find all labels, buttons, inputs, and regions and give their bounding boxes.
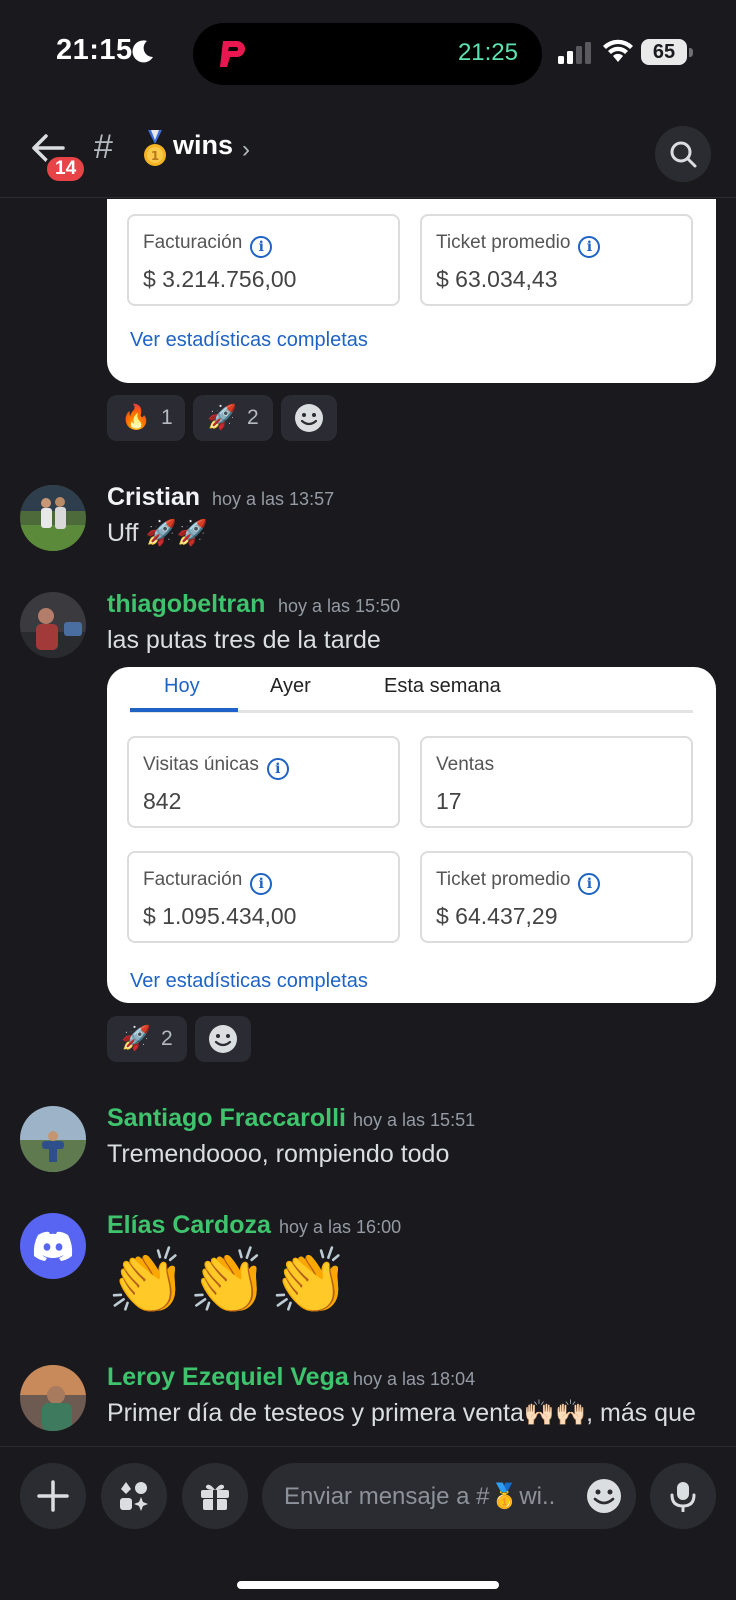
stat-box-ventas: Ventas 17 — [420, 736, 693, 828]
discord-logo-icon — [33, 1231, 73, 1261]
stat-box-ticket-promedio: Ticket promedio i $ 64.437,29 — [420, 851, 693, 943]
search-button[interactable] — [655, 126, 711, 182]
stat-box-visitas-unicas: Visitas únicas i 842 — [127, 736, 400, 828]
tab-esta-semana[interactable]: Esta semana — [384, 675, 501, 698]
battery-level: 65 — [652, 41, 676, 63]
reaction-rocket[interactable]: 🚀 2 — [193, 395, 273, 441]
channel-name[interactable]: wins — [173, 130, 233, 161]
stat-value: 842 — [143, 788, 182, 814]
tab-ayer[interactable]: Ayer — [270, 675, 311, 698]
message-author[interactable]: Santiago Fraccarolli — [107, 1104, 346, 1133]
home-indicator[interactable] — [237, 1581, 499, 1589]
cellular-signal-icon — [558, 42, 591, 64]
reaction-count: 2 — [161, 1027, 173, 1050]
active-tab-indicator — [130, 708, 238, 712]
tab-hoy[interactable]: Hoy — [164, 675, 200, 698]
message-timestamp: hoy a las 16:00 — [279, 1217, 402, 1237]
stat-label: Facturación — [143, 232, 243, 253]
apps-icon — [120, 1482, 148, 1511]
gift-button[interactable] — [182, 1463, 248, 1529]
microphone-icon — [670, 1482, 696, 1512]
channel-hash-icon: # — [94, 128, 113, 166]
rocket-icon: 🚀 — [121, 1025, 151, 1052]
plus-icon — [37, 1480, 69, 1512]
emoji-picker-icon[interactable] — [586, 1478, 622, 1514]
add-reaction-button[interactable] — [195, 1016, 251, 1062]
search-icon — [670, 141, 697, 168]
message-text: las putas tres de la tarde — [107, 626, 381, 654]
dynamic-island[interactable]: 21:25 — [193, 23, 542, 85]
app-logo-icon — [220, 41, 245, 67]
full-stats-link[interactable]: Ver estadísticas completas — [130, 970, 368, 993]
message-input-placeholder: Enviar mensaje a #🥇wi.. — [284, 1483, 556, 1510]
info-icon[interactable]: i — [250, 236, 273, 258]
1st-place-medal-icon: 1 — [144, 130, 166, 166]
stat-value: $ 3.214.756,00 — [143, 266, 297, 292]
message-text: Primer día de testeos y primera venta🙌🏻🙌… — [107, 1399, 696, 1427]
message-composer: Enviar mensaje a #🥇wi.. — [0, 1446, 736, 1600]
info-icon[interactable]: i — [578, 236, 601, 258]
avatar[interactable] — [20, 1213, 86, 1279]
reaction-count: 2 — [247, 406, 259, 429]
battery-indicator: 65 — [641, 39, 693, 65]
stat-value: 17 — [436, 788, 462, 814]
full-stats-link[interactable]: Ver estadísticas completas — [130, 329, 368, 352]
apps-button[interactable] — [101, 1463, 167, 1529]
status-bar: 21:15 21:25 65 — [0, 0, 736, 105]
smiley-icon — [295, 404, 323, 432]
svg-text:1: 1 — [151, 149, 159, 163]
message-author[interactable]: Cristian — [107, 483, 200, 512]
status-time: 21:15 — [56, 34, 133, 66]
info-icon[interactable]: i — [266, 758, 289, 780]
smiley-icon — [209, 1025, 237, 1053]
reaction-rocket[interactable]: 🚀 2 — [107, 1016, 187, 1062]
message-input[interactable]: Enviar mensaje a #🥇wi.. — [262, 1463, 636, 1529]
moon-icon — [132, 40, 153, 63]
rocket-icon: 🚀 — [207, 404, 237, 431]
fire-icon: 🔥 — [121, 404, 151, 431]
message-author[interactable]: thiagobeltran — [107, 590, 265, 619]
message-text: Tremendoooo, rompiendo todo — [107, 1140, 450, 1168]
stat-box-ticket-promedio: Ticket promedio i $ 63.034,43 — [420, 214, 693, 306]
message-author[interactable]: Elías Cardoza — [107, 1211, 271, 1240]
reaction-fire[interactable]: 🔥 1 — [107, 395, 185, 441]
stat-value: $ 63.034,43 — [436, 266, 558, 292]
reaction-count: 1 — [161, 406, 173, 429]
gift-icon — [201, 1484, 229, 1510]
stats-card: Hoy Ayer Esta semana Visitas únicas i 842… — [107, 667, 716, 1003]
stat-box-facturacion: Facturación i $ 3.214.756,00 — [127, 214, 400, 306]
message-timestamp: hoy a las 15:50 — [278, 596, 401, 616]
message-text: 👏👏👏 — [107, 1245, 353, 1317]
add-attachment-button[interactable] — [20, 1463, 86, 1529]
stat-value: $ 1.095.434,00 — [143, 903, 297, 929]
message-timestamp: hoy a las 15:51 — [353, 1110, 476, 1130]
avatar[interactable] — [20, 1106, 86, 1172]
stat-label: Ticket promedio — [436, 232, 571, 253]
stat-value: $ 64.437,29 — [436, 903, 558, 929]
message-text: Uff 🚀🚀 — [107, 519, 208, 547]
live-activity-time: 21:25 — [457, 39, 518, 66]
unread-badge: 14 — [44, 154, 88, 184]
stat-box-facturacion: Facturación i $ 1.095.434,00 — [127, 851, 400, 943]
message-author[interactable]: Leroy Ezequiel Vega — [107, 1365, 349, 1392]
message-timestamp: hoy a las 18:04 — [353, 1369, 476, 1389]
message[interactable]: Leroy Ezequiel Vega hoy a las 18:04 Prim… — [0, 1365, 736, 1445]
channel-header: 14 # 1 wins › — [0, 110, 736, 198]
info-icon[interactable]: i — [578, 873, 601, 895]
stats-card: Facturación i $ 3.214.756,00 Ticket prome… — [107, 199, 716, 383]
stat-label: Facturación — [143, 869, 243, 890]
stat-label: Ventas — [436, 754, 495, 775]
wifi-icon — [603, 39, 633, 62]
chevron-right-icon[interactable]: › — [242, 136, 250, 164]
voice-message-button[interactable] — [650, 1463, 716, 1529]
avatar[interactable] — [20, 1365, 86, 1431]
add-reaction-button[interactable] — [281, 395, 337, 441]
message-timestamp: hoy a las 13:57 — [212, 489, 335, 509]
period-tabs: Hoy Ayer Esta semana — [130, 667, 693, 713]
stat-label: Ticket promedio — [436, 869, 571, 890]
avatar[interactable] — [20, 485, 86, 551]
stat-label: Visitas únicas — [143, 754, 259, 775]
info-icon[interactable]: i — [250, 873, 273, 895]
avatar[interactable] — [20, 592, 86, 658]
